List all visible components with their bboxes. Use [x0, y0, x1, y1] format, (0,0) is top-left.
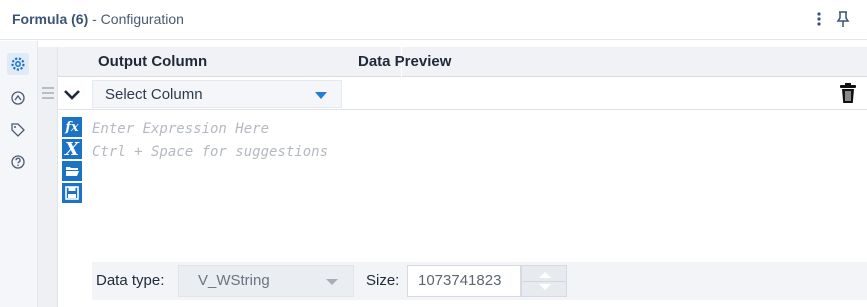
step-up-icon[interactable]	[539, 272, 551, 278]
size-value: 1073741823	[418, 272, 502, 289]
data-type-dropdown[interactable]: V_WString	[178, 265, 354, 297]
data-type-label: Data type:	[96, 272, 165, 289]
chevron-down-icon[interactable]	[62, 86, 82, 104]
dropdown-arrow-icon	[315, 92, 327, 99]
more-vertical-icon[interactable]	[808, 8, 830, 30]
size-label: Size:	[366, 272, 400, 289]
size-stepper[interactable]	[521, 265, 567, 297]
select-column-label: Select Column	[105, 86, 203, 103]
window-title: Formula (6) - Configuration	[12, 11, 184, 27]
variables-icon[interactable]: X	[62, 139, 82, 160]
expression-placeholder: Enter Expression Here	[92, 121, 270, 137]
size-input[interactable]: 1073741823	[407, 265, 521, 297]
config-side-rail	[0, 41, 38, 307]
expression-editor[interactable]: Enter Expression Here Ctrl + Space for s…	[92, 115, 862, 257]
open-folder-icon[interactable]	[62, 161, 82, 181]
stepper-divider	[522, 281, 566, 282]
gear-icon[interactable]	[7, 53, 29, 75]
tool-name: Formula (6)	[12, 11, 89, 27]
data-preview-header: Data Preview	[358, 53, 452, 70]
window-subtitle: - Configuration	[92, 11, 184, 27]
help-icon[interactable]	[7, 151, 29, 173]
output-column-header: Output Column	[98, 53, 208, 70]
title-bar: Formula (6) - Configuration	[0, 0, 867, 40]
drag-handle-icon[interactable]	[38, 84, 58, 104]
fx-functions-icon[interactable]: fx	[62, 117, 82, 137]
expression-toolbar: fx X	[62, 117, 82, 205]
dropdown-arrow-icon	[326, 279, 338, 285]
pin-icon[interactable]	[832, 8, 854, 30]
trash-icon[interactable]	[838, 82, 860, 106]
grid-header: Output Column Data Preview	[58, 47, 867, 77]
step-down-icon[interactable]	[539, 284, 551, 290]
select-column-dropdown[interactable]: Select Column	[92, 80, 342, 108]
data-type-footer: Data type: V_WString Size: 1073741823	[92, 262, 867, 300]
expression-hint: Ctrl + Space for suggestions	[92, 144, 329, 160]
data-type-value: V_WString	[198, 272, 270, 289]
tag-icon[interactable]	[7, 119, 29, 141]
save-icon[interactable]	[62, 183, 82, 203]
connection-icon[interactable]	[7, 87, 29, 109]
